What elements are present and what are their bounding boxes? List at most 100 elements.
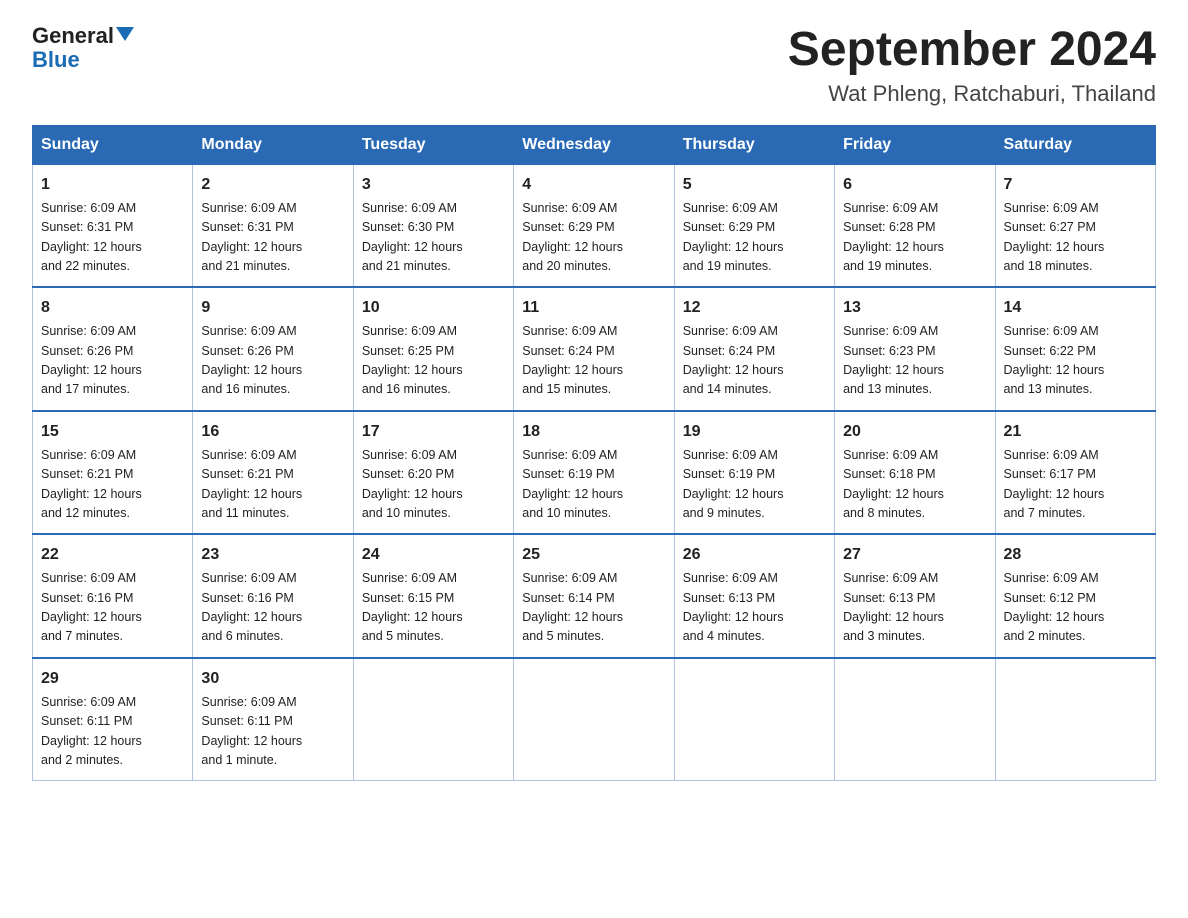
day-number: 26 — [683, 543, 826, 567]
col-friday: Friday — [835, 125, 995, 164]
day-number: 24 — [362, 543, 505, 567]
day-number: 23 — [201, 543, 344, 567]
logo-general: General — [32, 24, 114, 48]
day-info: Sunrise: 6:09 AMSunset: 6:30 PMDaylight:… — [362, 199, 505, 277]
table-row: 25Sunrise: 6:09 AMSunset: 6:14 PMDayligh… — [514, 534, 674, 658]
day-number: 27 — [843, 543, 986, 567]
calendar-week-row: 22Sunrise: 6:09 AMSunset: 6:16 PMDayligh… — [33, 534, 1156, 658]
table-row: 20Sunrise: 6:09 AMSunset: 6:18 PMDayligh… — [835, 411, 995, 535]
table-row: 12Sunrise: 6:09 AMSunset: 6:24 PMDayligh… — [674, 287, 834, 411]
day-number: 25 — [522, 543, 665, 567]
table-row: 15Sunrise: 6:09 AMSunset: 6:21 PMDayligh… — [33, 411, 193, 535]
table-row: 8Sunrise: 6:09 AMSunset: 6:26 PMDaylight… — [33, 287, 193, 411]
day-info: Sunrise: 6:09 AMSunset: 6:21 PMDaylight:… — [41, 446, 184, 524]
day-info: Sunrise: 6:09 AMSunset: 6:21 PMDaylight:… — [201, 446, 344, 524]
day-number: 14 — [1004, 296, 1147, 320]
day-info: Sunrise: 6:09 AMSunset: 6:31 PMDaylight:… — [41, 199, 184, 277]
day-info: Sunrise: 6:09 AMSunset: 6:29 PMDaylight:… — [683, 199, 826, 277]
logo: General Blue — [32, 24, 134, 72]
day-number: 15 — [41, 420, 184, 444]
calendar-week-row: 29Sunrise: 6:09 AMSunset: 6:11 PMDayligh… — [33, 658, 1156, 781]
table-row — [674, 658, 834, 781]
day-number: 17 — [362, 420, 505, 444]
table-row: 11Sunrise: 6:09 AMSunset: 6:24 PMDayligh… — [514, 287, 674, 411]
day-info: Sunrise: 6:09 AMSunset: 6:19 PMDaylight:… — [683, 446, 826, 524]
table-row: 24Sunrise: 6:09 AMSunset: 6:15 PMDayligh… — [353, 534, 513, 658]
table-row: 19Sunrise: 6:09 AMSunset: 6:19 PMDayligh… — [674, 411, 834, 535]
table-row: 17Sunrise: 6:09 AMSunset: 6:20 PMDayligh… — [353, 411, 513, 535]
day-info: Sunrise: 6:09 AMSunset: 6:11 PMDaylight:… — [41, 693, 184, 771]
table-row — [835, 658, 995, 781]
day-info: Sunrise: 6:09 AMSunset: 6:19 PMDaylight:… — [522, 446, 665, 524]
table-row: 9Sunrise: 6:09 AMSunset: 6:26 PMDaylight… — [193, 287, 353, 411]
day-info: Sunrise: 6:09 AMSunset: 6:25 PMDaylight:… — [362, 322, 505, 400]
calendar-table: Sunday Monday Tuesday Wednesday Thursday… — [32, 125, 1156, 782]
table-row: 22Sunrise: 6:09 AMSunset: 6:16 PMDayligh… — [33, 534, 193, 658]
calendar-subtitle: Wat Phleng, Ratchaburi, Thailand — [788, 81, 1156, 107]
day-info: Sunrise: 6:09 AMSunset: 6:22 PMDaylight:… — [1004, 322, 1147, 400]
day-number: 13 — [843, 296, 986, 320]
table-row: 13Sunrise: 6:09 AMSunset: 6:23 PMDayligh… — [835, 287, 995, 411]
day-number: 7 — [1004, 173, 1147, 197]
col-thursday: Thursday — [674, 125, 834, 164]
table-row: 27Sunrise: 6:09 AMSunset: 6:13 PMDayligh… — [835, 534, 995, 658]
table-row — [514, 658, 674, 781]
page-header: General Blue September 2024 Wat Phleng, … — [32, 24, 1156, 107]
calendar-title: September 2024 — [788, 24, 1156, 77]
day-info: Sunrise: 6:09 AMSunset: 6:24 PMDaylight:… — [683, 322, 826, 400]
day-info: Sunrise: 6:09 AMSunset: 6:12 PMDaylight:… — [1004, 569, 1147, 647]
table-row: 14Sunrise: 6:09 AMSunset: 6:22 PMDayligh… — [995, 287, 1155, 411]
calendar-week-row: 15Sunrise: 6:09 AMSunset: 6:21 PMDayligh… — [33, 411, 1156, 535]
day-number: 22 — [41, 543, 184, 567]
day-info: Sunrise: 6:09 AMSunset: 6:20 PMDaylight:… — [362, 446, 505, 524]
calendar-header-row: Sunday Monday Tuesday Wednesday Thursday… — [33, 125, 1156, 164]
day-number: 4 — [522, 173, 665, 197]
day-info: Sunrise: 6:09 AMSunset: 6:11 PMDaylight:… — [201, 693, 344, 771]
day-number: 10 — [362, 296, 505, 320]
table-row — [995, 658, 1155, 781]
table-row: 18Sunrise: 6:09 AMSunset: 6:19 PMDayligh… — [514, 411, 674, 535]
day-number: 19 — [683, 420, 826, 444]
col-wednesday: Wednesday — [514, 125, 674, 164]
day-info: Sunrise: 6:09 AMSunset: 6:24 PMDaylight:… — [522, 322, 665, 400]
day-number: 6 — [843, 173, 986, 197]
table-row: 6Sunrise: 6:09 AMSunset: 6:28 PMDaylight… — [835, 164, 995, 287]
day-info: Sunrise: 6:09 AMSunset: 6:13 PMDaylight:… — [683, 569, 826, 647]
day-info: Sunrise: 6:09 AMSunset: 6:27 PMDaylight:… — [1004, 199, 1147, 277]
table-row: 7Sunrise: 6:09 AMSunset: 6:27 PMDaylight… — [995, 164, 1155, 287]
day-info: Sunrise: 6:09 AMSunset: 6:26 PMDaylight:… — [41, 322, 184, 400]
day-number: 20 — [843, 420, 986, 444]
day-info: Sunrise: 6:09 AMSunset: 6:18 PMDaylight:… — [843, 446, 986, 524]
day-number: 1 — [41, 173, 184, 197]
day-number: 21 — [1004, 420, 1147, 444]
logo-triangle-icon — [116, 27, 134, 41]
table-row: 10Sunrise: 6:09 AMSunset: 6:25 PMDayligh… — [353, 287, 513, 411]
col-monday: Monday — [193, 125, 353, 164]
table-row: 16Sunrise: 6:09 AMSunset: 6:21 PMDayligh… — [193, 411, 353, 535]
logo-blue: Blue — [32, 48, 80, 72]
day-info: Sunrise: 6:09 AMSunset: 6:26 PMDaylight:… — [201, 322, 344, 400]
table-row: 29Sunrise: 6:09 AMSunset: 6:11 PMDayligh… — [33, 658, 193, 781]
day-number: 8 — [41, 296, 184, 320]
table-row: 26Sunrise: 6:09 AMSunset: 6:13 PMDayligh… — [674, 534, 834, 658]
day-number: 18 — [522, 420, 665, 444]
day-number: 28 — [1004, 543, 1147, 567]
day-number: 5 — [683, 173, 826, 197]
table-row — [353, 658, 513, 781]
col-tuesday: Tuesday — [353, 125, 513, 164]
title-block: September 2024 Wat Phleng, Ratchaburi, T… — [788, 24, 1156, 107]
calendar-week-row: 8Sunrise: 6:09 AMSunset: 6:26 PMDaylight… — [33, 287, 1156, 411]
calendar-week-row: 1Sunrise: 6:09 AMSunset: 6:31 PMDaylight… — [33, 164, 1156, 287]
day-number: 9 — [201, 296, 344, 320]
day-number: 30 — [201, 667, 344, 691]
day-info: Sunrise: 6:09 AMSunset: 6:13 PMDaylight:… — [843, 569, 986, 647]
col-sunday: Sunday — [33, 125, 193, 164]
day-info: Sunrise: 6:09 AMSunset: 6:14 PMDaylight:… — [522, 569, 665, 647]
col-saturday: Saturday — [995, 125, 1155, 164]
table-row: 1Sunrise: 6:09 AMSunset: 6:31 PMDaylight… — [33, 164, 193, 287]
day-info: Sunrise: 6:09 AMSunset: 6:23 PMDaylight:… — [843, 322, 986, 400]
table-row: 21Sunrise: 6:09 AMSunset: 6:17 PMDayligh… — [995, 411, 1155, 535]
day-number: 16 — [201, 420, 344, 444]
table-row: 28Sunrise: 6:09 AMSunset: 6:12 PMDayligh… — [995, 534, 1155, 658]
day-number: 2 — [201, 173, 344, 197]
